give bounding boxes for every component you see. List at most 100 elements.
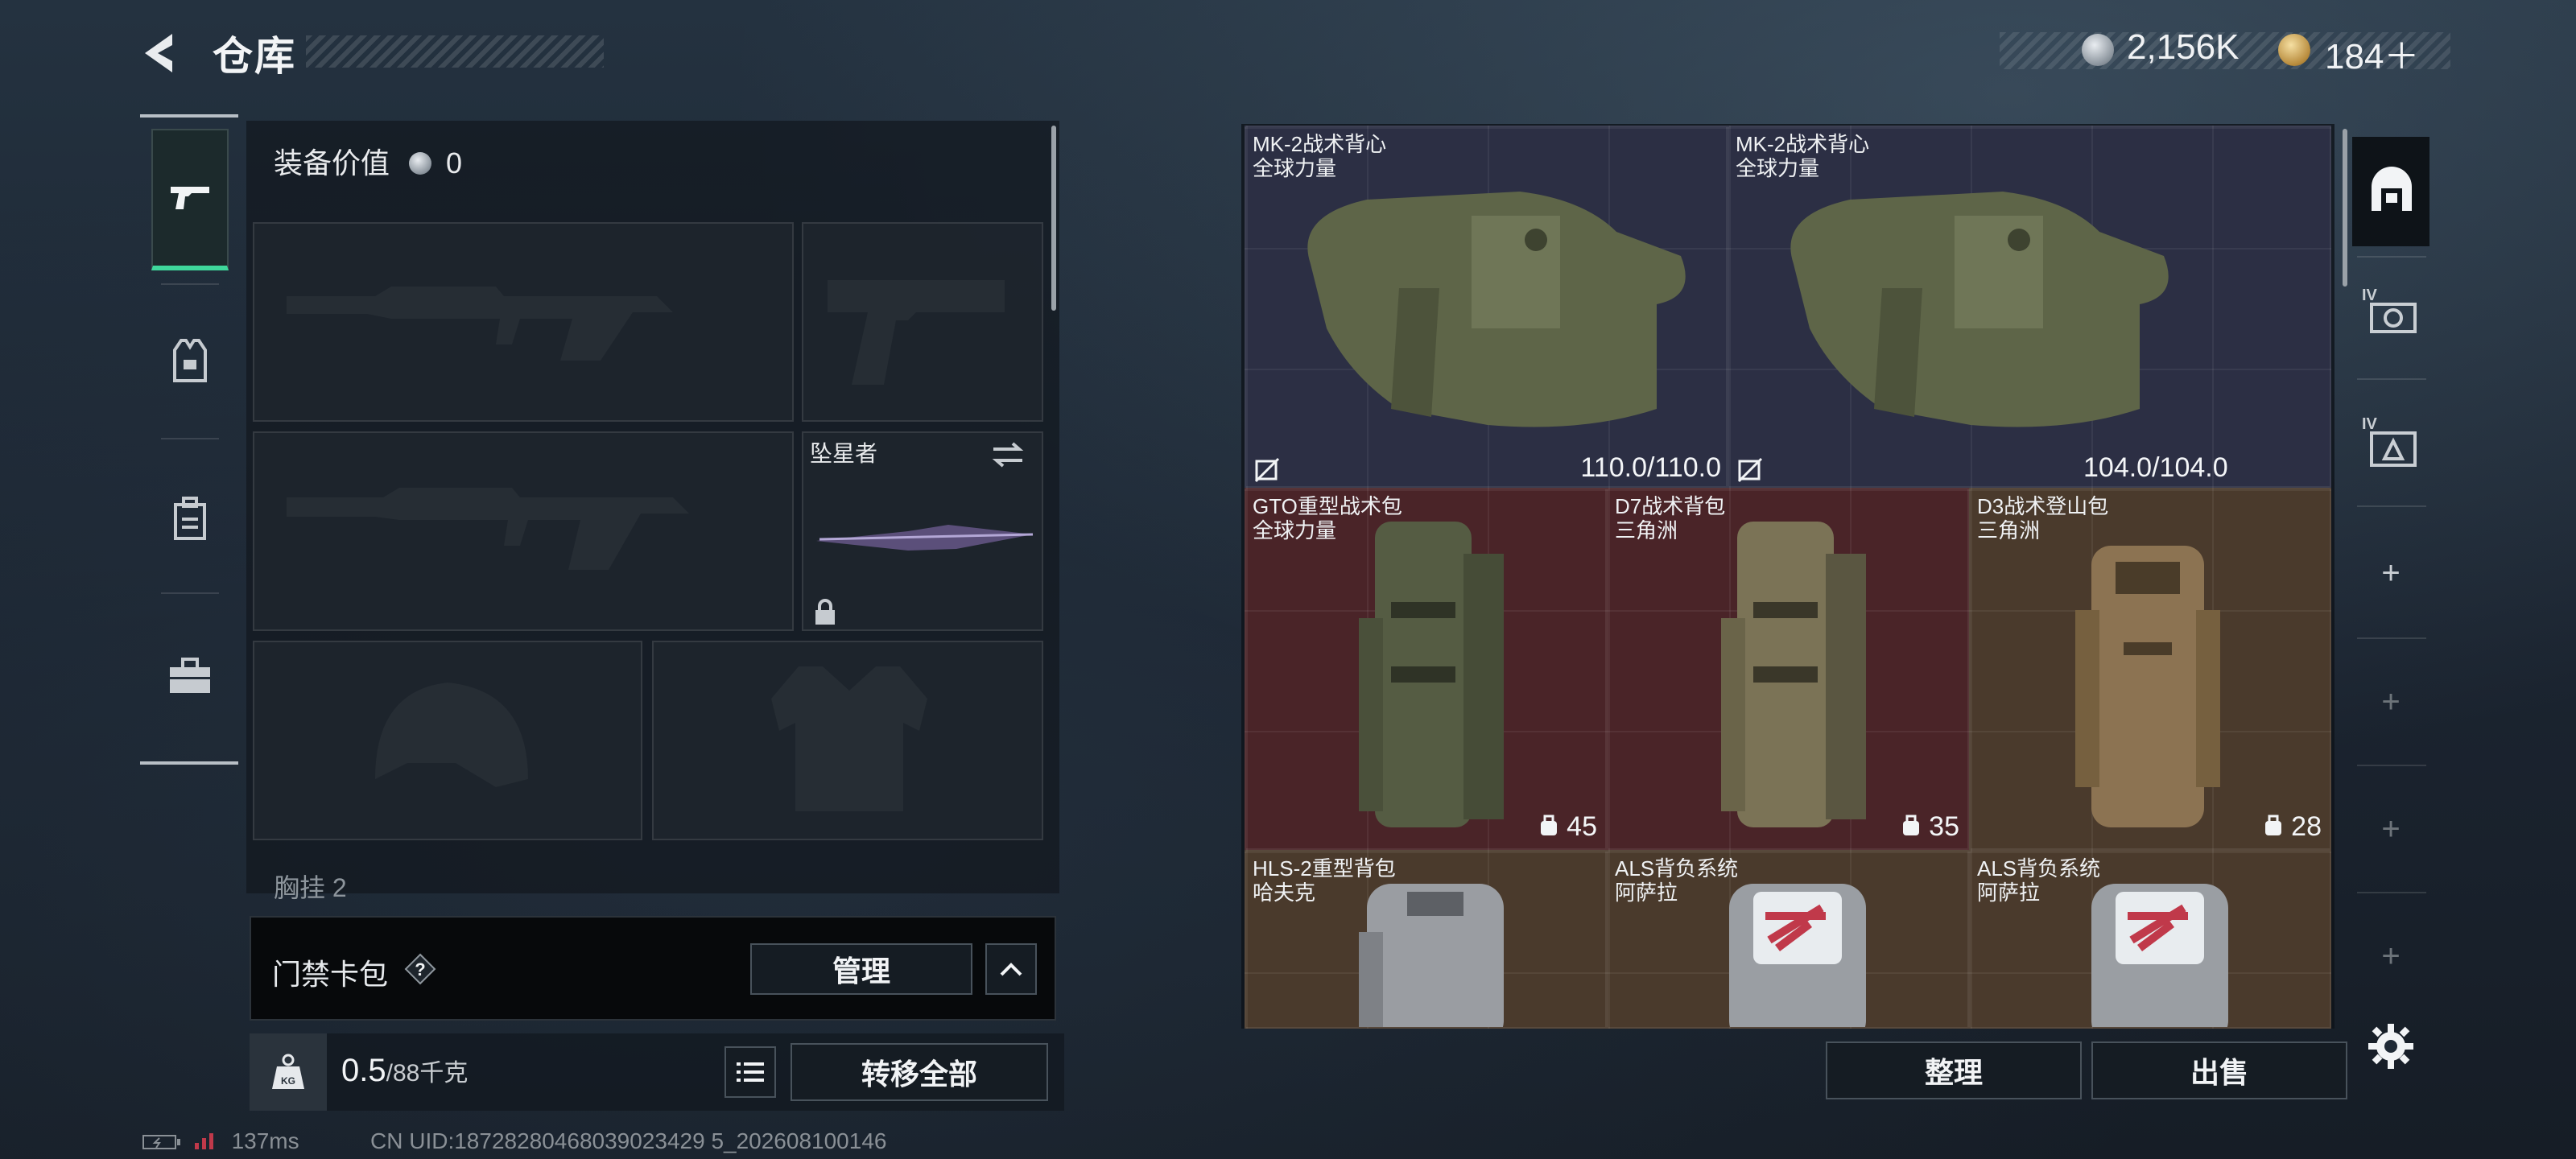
rail-top-line [140,114,238,118]
chevron-up-icon [1000,963,1022,976]
user-uid: CN UID:18728280468039023429 5_2026081001… [370,1128,887,1153]
list-icon [737,1062,764,1082]
tab-case[interactable] [151,605,229,747]
inventory-item-backpack[interactable]: D7战术背包 三角洲 35 [1607,488,1969,850]
manage-button[interactable]: 管理 [750,943,972,995]
rail-divider [161,438,219,439]
storage-tab-iv-1[interactable]: IV [2360,283,2425,348]
svg-text:KG: KG [281,1075,295,1087]
item-capacity: 45 [1538,811,1597,843]
backpack-capacity-icon [1902,815,1919,835]
inventory-scrollbar[interactable] [2343,129,2347,287]
gold-coin-icon [2278,34,2310,66]
capacity-value: 45 [1567,811,1597,842]
tab-backpack[interactable] [151,448,229,589]
settings-gear-icon[interactable] [2367,1022,2415,1070]
backpack-item-icon [1729,884,1866,1027]
inventory-item-vest[interactable]: MK-2战术背心 全球力量 110.0/110.0 [1245,126,1728,488]
item-capacity: 28 [2263,811,2322,843]
inventory-item-backpack[interactable]: ALS背负系统 阿萨拉 [1969,850,2331,1029]
melee-slot[interactable]: 坠星者 [802,431,1043,631]
inventory-item-backpack[interactable]: GTO重型战术包 全球力量 45 [1245,488,1607,850]
rail-divider [2357,892,2426,893]
sell-button[interactable]: 出售 [2091,1041,2347,1099]
inventory-item-backpack[interactable]: D3战术登山包 三角洲 28 [1969,488,2331,850]
rail-divider [2357,505,2426,507]
helmet-silhouette-icon [375,683,528,787]
weight-readout: 0.5/88千克 [341,1053,468,1089]
backpack-capacity-icon [2264,815,2281,835]
secondary-weapon-slot[interactable] [253,431,794,631]
tab-vest[interactable] [151,290,229,431]
armor-slot[interactable] [652,641,1043,840]
tactical-vest-icon [1790,192,2169,427]
backpack-icon [174,497,206,540]
ping-value: 137ms [231,1128,299,1153]
list-view-button[interactable] [724,1046,776,1098]
ticket-amount[interactable]: 184＋ [2325,27,2419,79]
back-arrow-icon[interactable] [137,29,185,77]
rifle-silhouette-icon [287,488,689,570]
item-durability: 110.0/110.0 [1580,452,1721,483]
pistol-slot[interactable] [802,222,1043,422]
equipment-scrollbar[interactable] [1051,126,1056,311]
add-storage-icon[interactable]: + [2367,938,2415,975]
item-name: MK-2战术背心 [1736,132,1870,156]
transfer-all-button[interactable]: 转移全部 [791,1043,1048,1101]
backpack-item-icon [2091,884,2228,1027]
melee-name: 坠星者 [810,441,878,466]
equipment-value: 0 [446,146,463,179]
collapse-button[interactable] [985,943,1037,995]
add-storage-icon[interactable]: + [2367,811,2415,848]
rail-divider [161,283,219,285]
capacity-value: 35 [1929,811,1959,842]
network-status: 137ms [142,1128,299,1154]
equipment-value-label: 装备价值 [274,146,390,179]
money-amount: 2,156K [2127,27,2240,67]
title-decoration [306,35,604,68]
vest-icon [173,339,207,382]
melee-blade-icon [816,525,1034,551]
tab-weapon[interactable] [151,129,229,270]
signal-icon [194,1133,213,1149]
briefcase-icon [170,658,210,693]
backpack-capacity-icon [1540,815,1557,835]
add-storage-icon[interactable]: + [2367,684,2415,720]
pistol-silhouette-icon [828,280,1005,385]
rail-bottom-line [140,761,238,765]
storage-tab-active[interactable] [2352,137,2429,246]
swap-icon [992,442,1024,468]
svg-text:?: ? [415,959,425,980]
warehouse-icon [2372,167,2412,211]
silver-coin-icon [409,152,432,175]
backpack-item-icon [1359,522,1504,827]
primary-weapon-slot[interactable] [253,222,794,422]
help-icon[interactable]: ? [404,953,436,985]
repair-disabled-icon [1254,457,1280,483]
inventory-item-backpack[interactable]: HLS-2重型背包 哈夫克 [1245,850,1607,1029]
inventory-item-backpack[interactable]: ALS背负系统 阿萨拉 [1607,850,1969,1029]
keycard-bag-title: 门禁卡包 [272,958,389,991]
repair-disabled-icon [1737,457,1763,483]
backpack-item-icon [2075,546,2220,827]
add-storage-icon[interactable]: + [2367,555,2415,592]
storage-module-icon [2370,431,2417,467]
weight-current: 0.5 [341,1053,386,1088]
storage-tab-iv-2[interactable]: IV [2360,412,2425,476]
chest-rig-label: 胸挂 2 [274,873,347,902]
page-title: 仓库 [213,34,296,79]
rail-divider [161,592,219,594]
item-name: MK-2战术背心 [1253,132,1387,156]
item-capacity: 35 [1901,811,1959,843]
backpack-item-icon [1359,884,1504,1027]
helmet-slot[interactable] [253,641,642,840]
capacity-value: 28 [2291,811,2322,842]
silver-coin-icon [2082,34,2114,66]
sort-button[interactable]: 整理 [1826,1041,2082,1099]
inventory-item-vest[interactable]: MK-2战术背心 全球力量 104.0/104.0 [1728,126,2331,488]
tactical-vest-icon [1307,192,1686,427]
rifle-silhouette-icon [287,287,673,361]
pistol-icon [171,187,209,209]
rail-divider [2357,378,2426,380]
item-durability: 104.0/104.0 [2083,452,2228,483]
